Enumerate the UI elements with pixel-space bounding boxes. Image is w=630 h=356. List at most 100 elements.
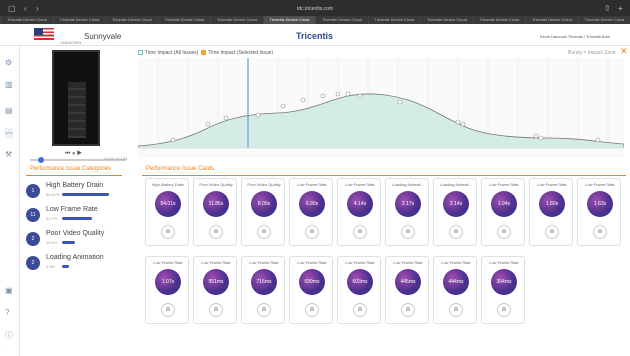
category-item[interactable]: 1 High Battery Drain 54.01% [26,182,136,206]
issue-card-title: Low Frame Rate [441,260,471,265]
issue-card[interactable]: Low Frame Rate 603ms ⊕ [337,256,381,324]
browser-tab[interactable]: Tricentis Device Cloud [262,16,315,24]
info-icon[interactable]: ⓘ [5,330,13,341]
issue-card[interactable]: Poor Video Quality 8.09s ⊕ [241,178,285,246]
help-icon[interactable]: ? [5,308,9,317]
files-icon[interactable]: ▣ [5,286,13,295]
issue-card[interactable]: Low Frame Rate 394ms ⊕ [481,256,525,324]
network-icon[interactable]: ⚒ [5,150,12,159]
issue-card-title: Poor Video Quality [199,182,233,187]
browser-tab[interactable]: Tricentis Device Cloud [525,16,578,24]
browser-tab[interactable]: Tricentis Device Cloud [577,16,630,24]
issue-card[interactable]: Low Frame Rate 444ms ⊕ [433,256,477,324]
zoom-icon[interactable]: ⊕ [353,225,367,239]
zoom-icon[interactable]: ⊕ [401,225,415,239]
issue-card[interactable]: Low Frame Rate 6.90s ⊕ [289,178,333,246]
browser-toolbar: ▢ ‹ › tdc.tricentis.com ⇧ + Tricentis De… [0,0,630,24]
zoom-icon[interactable]: ⊕ [497,225,511,239]
device-screen[interactable] [52,50,100,146]
issue-card[interactable]: High Battery Drain 54.01s ⊕ [145,178,189,246]
issue-card[interactable]: Low Frame Rate 1.07s ⊕ [145,256,189,324]
issue-card-value: 445ms [395,269,421,295]
zoom-icon[interactable]: ⊕ [449,303,463,317]
zoom-icon[interactable]: ⊕ [401,303,415,317]
browser-tab[interactable]: Tricentis Device Cloud [315,16,368,24]
issue-card-value: 11.85s [203,191,229,217]
issue-card[interactable]: Low Frame Rate 951ms ⊕ [193,256,237,324]
back-icon[interactable]: ‹ [24,4,27,13]
zoom-icon[interactable]: ⊕ [545,225,559,239]
issue-card[interactable]: Low Frame Rate 716ms ⊕ [241,256,285,324]
category-name: Loading Animation [46,254,104,261]
tests-icon[interactable]: ▤ [5,106,13,115]
category-item[interactable]: 2 Poor Video Quality 10.9% [26,230,136,254]
issue-card[interactable]: Poor Video Quality 11.85s ⊕ [193,178,237,246]
reports-icon[interactable]: ▥ [5,80,13,89]
zoom-icon[interactable]: ⊕ [449,225,463,239]
issue-card-value: 1.94s [491,191,517,217]
issue-card-title: Low Frame Rate [297,182,327,187]
performance-icon[interactable]: 〰 [5,128,13,139]
issue-card[interactable]: Loading Animati... 2.17s ⊕ [385,178,429,246]
browser-tab[interactable]: Tricentis Device Cloud [210,16,263,24]
zoom-icon[interactable]: ⊕ [161,303,175,317]
forward-icon[interactable]: › [36,4,39,13]
sidebar-toggle-icon[interactable]: ▢ [8,4,16,13]
zoom-icon[interactable]: ⊕ [257,303,271,317]
user-menu[interactable]: Kevin Hancock Tricentis / Tricentis Adm [540,34,610,39]
zoom-icon[interactable]: ⊕ [161,225,175,239]
category-name: Poor Video Quality [46,230,105,237]
issue-card[interactable]: Loading Animati... 2.14s ⊕ [433,178,477,246]
tab-strip: Tricentis Device Cloud Tricentis Device C… [0,16,630,24]
issue-card[interactable]: Low Frame Rate 4.14s ⊕ [337,178,381,246]
time-impact-chart[interactable] [138,58,624,158]
issue-card-title: Low Frame Rate [537,182,567,187]
browser-tab[interactable]: Tricentis Device Cloud [0,16,53,24]
category-count: 11 [26,208,40,222]
issue-card-title: Low Frame Rate [249,260,279,265]
issue-card[interactable]: Low Frame Rate 699ms ⊕ [289,256,333,324]
issue-card-title: Poor Video Quality [247,182,281,187]
browser-tab[interactable]: Tricentis Device Cloud [420,16,473,24]
zoom-icon[interactable]: ⊕ [209,303,223,317]
playback-controls[interactable]: ⏮ ⏸ ▶ [65,151,82,158]
browser-tab[interactable]: Tricentis Device Cloud [105,16,158,24]
issue-card[interactable]: Low Frame Rate 1.63s ⊕ [577,178,621,246]
tricentis-logo: Tricentis [296,31,334,41]
browser-tab[interactable]: Tricentis Device Cloud [52,16,105,24]
browser-tab[interactable]: Tricentis Device Cloud [367,16,420,24]
issue-card[interactable]: Low Frame Rate 445ms ⊕ [385,256,429,324]
zoom-icon[interactable]: ⊕ [305,225,319,239]
issue-card-value: 54.01s [155,191,181,217]
browser-tab[interactable]: Tricentis Device Cloud [472,16,525,24]
browser-tab[interactable]: Tricentis Device Cloud [157,16,210,24]
category-item[interactable]: 11 Low Frame Rate 31.7% [26,206,136,230]
category-item[interactable]: 2 Loading Animation 4.3% [26,254,136,278]
legend-selected: Time Impact (Selected Issue) [208,50,274,56]
zoom-icon[interactable]: ⊕ [353,303,367,317]
issue-card-value: 4.14s [347,191,373,217]
zoom-icon[interactable]: ⊕ [305,303,319,317]
issue-card-value: 8.09s [251,191,277,217]
legend-all: Time Impact (All Issues) [145,50,199,56]
category-bar [62,193,110,196]
issue-card-value: 951ms [203,269,229,295]
category-percent: 10.9% [46,240,58,245]
cards-title: Performance Issue Cards [146,166,215,172]
zoom-icon[interactable]: ⊕ [593,225,607,239]
issue-card[interactable]: Low Frame Rate 1.94s ⊕ [481,178,525,246]
issue-card-title: Low Frame Rate [585,182,615,187]
category-percent: 54.01% [46,192,60,197]
devices-icon[interactable]: ⚙ [5,58,12,67]
timeline-handle[interactable] [38,157,44,163]
address-bar[interactable]: tdc.tricentis.com [270,4,360,15]
close-icon[interactable]: ✕ [620,46,628,57]
zoom-icon[interactable]: ⊕ [497,303,511,317]
new-tab-icon[interactable]: + [618,4,623,13]
issue-card[interactable]: Low Frame Rate 1.80s ⊕ [529,178,573,246]
zoom-icon[interactable]: ⊕ [209,225,223,239]
share-icon[interactable]: ⇧ [604,4,611,13]
category-count: 2 [26,232,40,246]
us-flag-icon [34,28,54,40]
zoom-icon[interactable]: ⊕ [257,225,271,239]
